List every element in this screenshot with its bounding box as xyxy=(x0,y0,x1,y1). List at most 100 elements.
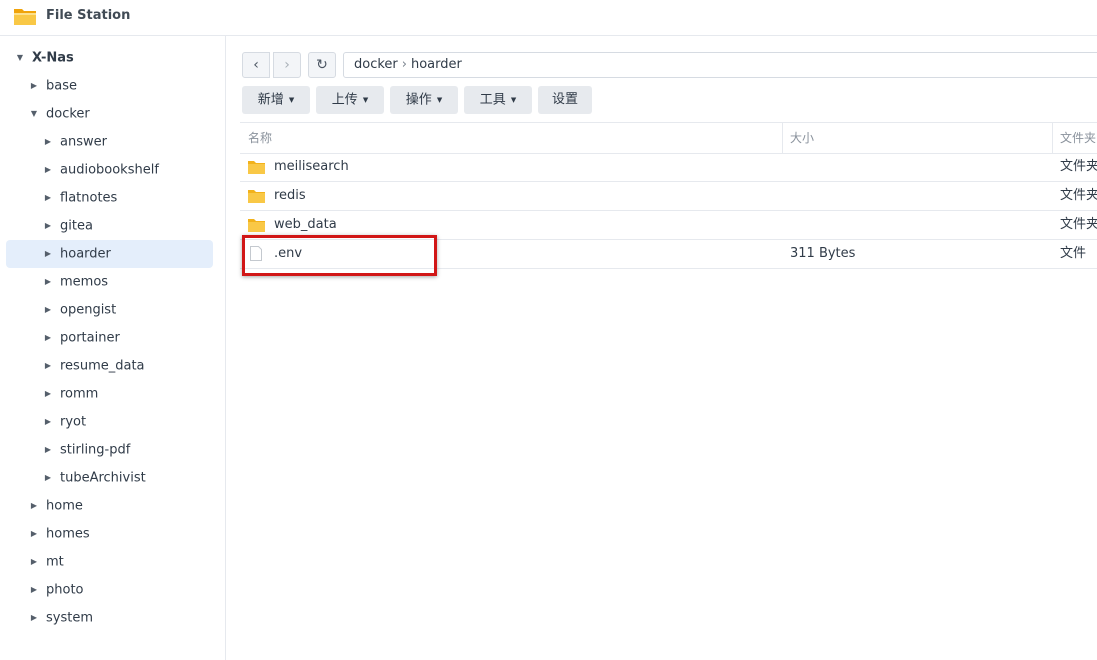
caret-right-icon[interactable]: ▶ xyxy=(42,268,54,296)
column-header-size[interactable]: 大小 xyxy=(790,123,814,153)
sidebar-item-resume-data[interactable]: ▶ resume_data xyxy=(42,352,145,380)
sidebar-item-home[interactable]: ▶ home xyxy=(28,492,83,520)
sidebar-item-base[interactable]: ▶ base xyxy=(28,72,77,100)
caret-right-icon[interactable]: ▶ xyxy=(28,576,40,604)
column-header-name[interactable]: 名称 xyxy=(248,123,272,153)
tools-button[interactable]: 工具 ▼ xyxy=(464,86,532,114)
caret-down-icon[interactable]: ▼ xyxy=(28,100,40,128)
sidebar-item-label: gitea xyxy=(60,218,93,234)
file-station-folder-icon xyxy=(14,9,36,25)
sidebar-item-label: homes xyxy=(46,526,90,542)
breadcrumb-hoarder[interactable]: hoarder xyxy=(411,57,462,72)
settings-button[interactable]: 设置 xyxy=(538,86,592,114)
sidebar-item-label: romm xyxy=(60,386,99,402)
back-button[interactable]: ‹ xyxy=(242,52,270,78)
caret-right-icon[interactable]: ▶ xyxy=(42,352,54,380)
sidebar-item-label: system xyxy=(46,610,93,626)
caret-right-icon[interactable]: ▶ xyxy=(42,408,54,436)
caret-right-icon[interactable]: ▶ xyxy=(42,212,54,240)
file-size: 311 Bytes xyxy=(790,246,856,261)
sidebar-item-label: home xyxy=(46,498,83,514)
sidebar-item-label: audiobookshelf xyxy=(60,162,159,178)
sidebar-item-audiobookshelf[interactable]: ▶ audiobookshelf xyxy=(42,156,159,184)
caret-right-icon[interactable]: ▶ xyxy=(28,520,40,548)
dropdown-arrow-icon: ▼ xyxy=(362,96,369,104)
column-divider[interactable] xyxy=(782,123,783,153)
sidebar-item-flatnotes[interactable]: ▶ flatnotes xyxy=(42,184,117,212)
file-name: redis xyxy=(274,188,306,203)
chevron-left-icon: ‹ xyxy=(253,57,259,73)
sidebar-item-label: base xyxy=(46,78,77,94)
caret-right-icon[interactable]: ▶ xyxy=(42,464,54,492)
caret-right-icon[interactable]: ▶ xyxy=(42,128,54,156)
sidebar-item-portainer[interactable]: ▶ portainer xyxy=(42,324,120,352)
sidebar-item-label: flatnotes xyxy=(60,190,118,206)
chevron-right-icon: › xyxy=(284,57,290,73)
sidebar-item-memos[interactable]: ▶ memos xyxy=(42,268,108,296)
sidebar-item-docker[interactable]: ▼ docker xyxy=(28,100,90,128)
sidebar-item-stirling-pdf[interactable]: ▶ stirling-pdf xyxy=(42,436,130,464)
table-row[interactable]: meilisearch 文件夹 xyxy=(240,153,1097,182)
file-type: 文件夹 xyxy=(1060,217,1097,232)
file-name: meilisearch xyxy=(274,159,349,174)
caret-right-icon[interactable]: ▶ xyxy=(42,436,54,464)
action-button-label: 操作 xyxy=(405,92,432,108)
refresh-icon: ↻ xyxy=(316,57,328,73)
upload-button[interactable]: 上传 ▼ xyxy=(316,86,384,114)
caret-right-icon[interactable]: ▶ xyxy=(42,156,54,184)
file-type: 文件夹 xyxy=(1060,188,1097,203)
sidebar-item-tubearchivist[interactable]: ▶ tubeArchivist xyxy=(42,464,146,492)
file-type: 文件 xyxy=(1060,246,1087,261)
caret-down-icon[interactable]: ▼ xyxy=(14,44,26,72)
app-title: File Station xyxy=(46,8,131,23)
sidebar-item-gitea[interactable]: ▶ gitea xyxy=(42,212,93,240)
caret-right-icon[interactable]: ▶ xyxy=(28,548,40,576)
sidebar-item-label: portainer xyxy=(60,330,120,346)
sidebar-item-mt[interactable]: ▶ mt xyxy=(28,548,64,576)
sidebar-tree: ▼ X-Nas ▶ base ▼ docker ▶ answer ▶ audiobooks… xyxy=(0,36,226,660)
caret-right-icon[interactable]: ▶ xyxy=(42,184,54,212)
caret-right-icon[interactable]: ▶ xyxy=(42,324,54,352)
forward-button[interactable]: › xyxy=(273,52,301,78)
tree-root-x-nas[interactable]: ▼ X-Nas xyxy=(14,44,74,72)
caret-right-icon[interactable]: ▶ xyxy=(42,240,54,268)
caret-right-icon[interactable]: ▶ xyxy=(28,72,40,100)
folder-icon xyxy=(248,219,265,232)
breadcrumb-docker[interactable]: docker xyxy=(354,57,398,72)
new-button[interactable]: 新增 ▼ xyxy=(242,86,310,114)
refresh-button[interactable]: ↻ xyxy=(308,52,336,78)
dropdown-arrow-icon: ▼ xyxy=(436,96,443,104)
sidebar-item-label: answer xyxy=(60,134,107,150)
caret-right-icon[interactable]: ▶ xyxy=(42,296,54,324)
caret-right-icon[interactable]: ▶ xyxy=(42,380,54,408)
sidebar-item-system[interactable]: ▶ system xyxy=(28,604,93,632)
annotation-highlight-box xyxy=(242,235,437,276)
sidebar-item-photo[interactable]: ▶ photo xyxy=(28,576,84,604)
sidebar-item-opengist[interactable]: ▶ opengist xyxy=(42,296,116,324)
title-bar: File Station xyxy=(0,0,1097,36)
sidebar-item-romm[interactable]: ▶ romm xyxy=(42,380,98,408)
caret-right-icon[interactable]: ▶ xyxy=(28,604,40,632)
sidebar-item-label: photo xyxy=(46,582,84,598)
sidebar-item-answer[interactable]: ▶ answer xyxy=(42,128,107,156)
sidebar-item-label: resume_data xyxy=(60,358,145,374)
table-row[interactable]: redis 文件夹 xyxy=(240,182,1097,211)
breadcrumb-separator: › xyxy=(401,57,407,72)
sidebar-item-hoarder[interactable]: ▶ hoarder xyxy=(6,240,213,268)
sidebar-item-homes[interactable]: ▶ homes xyxy=(28,520,90,548)
table-header: 名称 大小 文件夹 xyxy=(240,122,1097,154)
dropdown-arrow-icon: ▼ xyxy=(510,96,517,104)
settings-button-label: 设置 xyxy=(551,92,578,107)
action-button[interactable]: 操作 ▼ xyxy=(390,86,458,114)
column-divider[interactable] xyxy=(1052,123,1053,153)
column-header-type[interactable]: 文件夹 xyxy=(1060,123,1096,153)
sidebar-item-ryot[interactable]: ▶ ryot xyxy=(42,408,86,436)
sidebar-item-label: ryot xyxy=(60,414,87,430)
path-bar[interactable]: docker › hoarder xyxy=(343,52,1097,78)
file-type: 文件夹 xyxy=(1060,159,1097,174)
file-size xyxy=(790,211,1040,239)
new-button-label: 新增 xyxy=(257,92,284,108)
main-panel: ‹ › ↻ docker › hoarder 新增 ▼ 上传 ▼ 操作 ▼ 工具 ▼ 设置 … xyxy=(226,36,1097,660)
file-size xyxy=(790,153,1040,181)
caret-right-icon[interactable]: ▶ xyxy=(28,492,40,520)
